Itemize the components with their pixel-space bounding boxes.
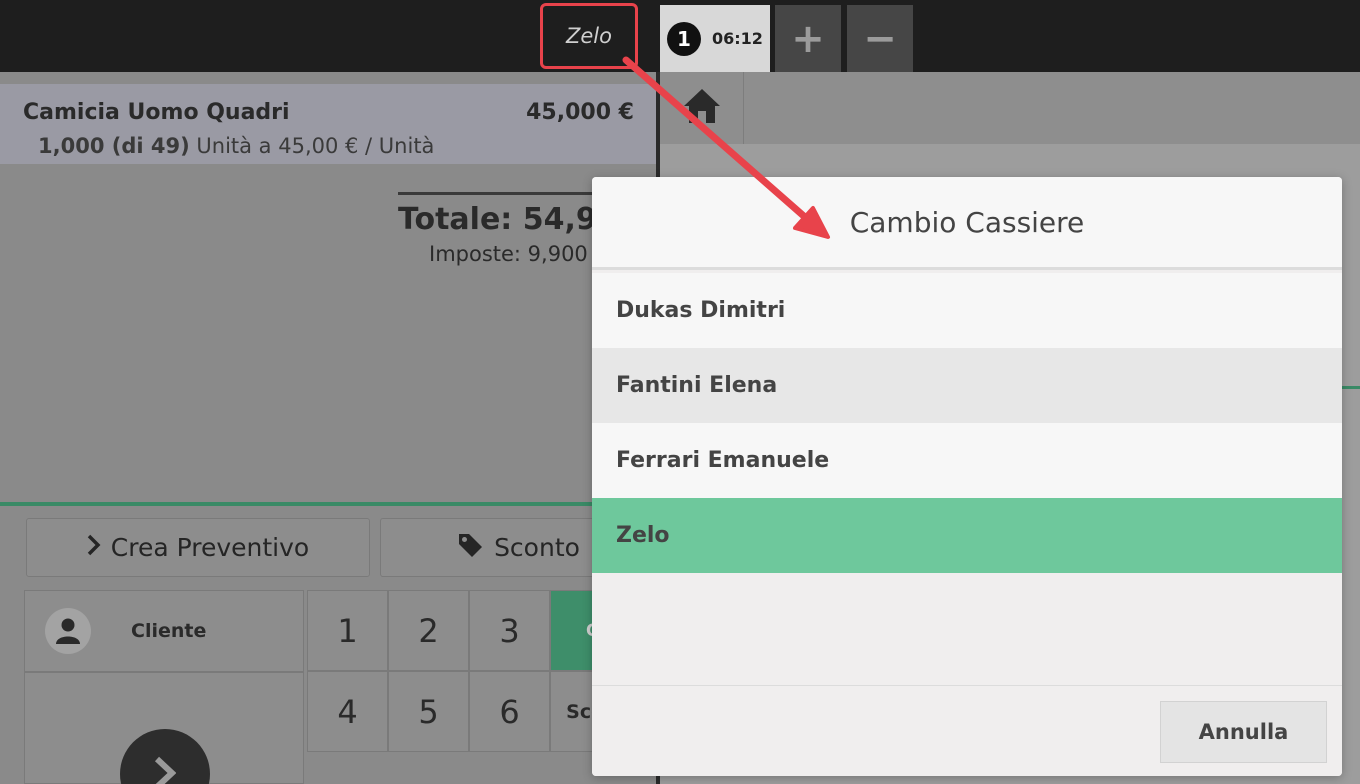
order-taxes: Imposte: 9,900 € [429,242,608,266]
order-time: 06:12 [712,29,763,48]
cashier-option[interactable]: Ferrari Emanuele [592,423,1342,498]
order-line[interactable]: Camicia Uomo Quadri 45,000 € 1,000 (di 4… [0,84,656,164]
numpad-key-5[interactable]: 5 [388,671,469,752]
panel-divider [0,502,656,506]
create-quote-label: Crea Preventivo [110,533,310,562]
cashier-option[interactable]: Dukas Dimitri [592,273,1342,348]
remove-order-button[interactable]: − [847,5,913,72]
numpad-area: Cliente 1 2 3 Qtà 4 5 6 Sconto [24,590,656,784]
dialog-footer: Annulla [592,685,1342,776]
numpad-key-4[interactable]: 4 [307,671,388,752]
order-number-badge: 1 [667,21,701,56]
numpad-key-1[interactable]: 1 [307,590,388,671]
order-line-unit: Unità a 45,00 € / Unità [196,134,435,158]
cancel-button[interactable]: Annulla [1160,701,1327,763]
cashier-name-label: Zelo [566,24,612,48]
category-bar [660,72,1360,144]
chevron-right-icon [87,533,101,562]
cashier-option-selected[interactable]: Zelo [592,498,1342,573]
numpad-key-3[interactable]: 3 [469,590,550,671]
payment-area [24,672,304,784]
add-order-button[interactable]: + [775,5,841,72]
customer-label: Cliente [131,620,207,642]
dialog-title: Cambio Cassiere [592,177,1342,270]
create-quote-button[interactable]: Crea Preventivo [26,518,370,577]
plus-icon: + [791,15,825,62]
order-line-quantity: 1,000 (di 49) [38,134,190,158]
cashier-list: Dukas Dimitri Fantini Elena Ferrari Eman… [592,273,1342,573]
order-tab[interactable]: 1 06:12 [660,5,770,72]
order-panel: Camicia Uomo Quadri 45,000 € 1,000 (di 4… [0,72,670,784]
order-line-detail: 1,000 (di 49) Unità a 45,00 € / Unità [38,134,434,158]
cashier-change-dialog: Cambio Cassiere Dukas Dimitri Fantini El… [592,177,1342,776]
cashier-name-button[interactable]: Zelo [540,3,638,69]
customer-button[interactable]: Cliente [24,590,304,672]
home-button[interactable] [660,72,744,144]
numpad-key-6[interactable]: 6 [469,671,550,752]
tag-icon [456,531,484,565]
payment-button[interactable] [120,729,210,784]
numpad-key-2[interactable]: 2 [388,590,469,671]
top-bar: Zelo 1 06:12 + − [0,0,1360,72]
minus-icon: − [863,15,897,62]
cashier-option[interactable]: Fantini Elena [592,348,1342,423]
home-icon [682,87,722,129]
order-line-product: Camicia Uomo Quadri [23,100,290,125]
user-icon [45,608,91,654]
discount-label: Sconto [494,533,580,562]
order-line-price: 45,000 € [526,100,634,125]
chevron-right-icon [154,746,177,784]
